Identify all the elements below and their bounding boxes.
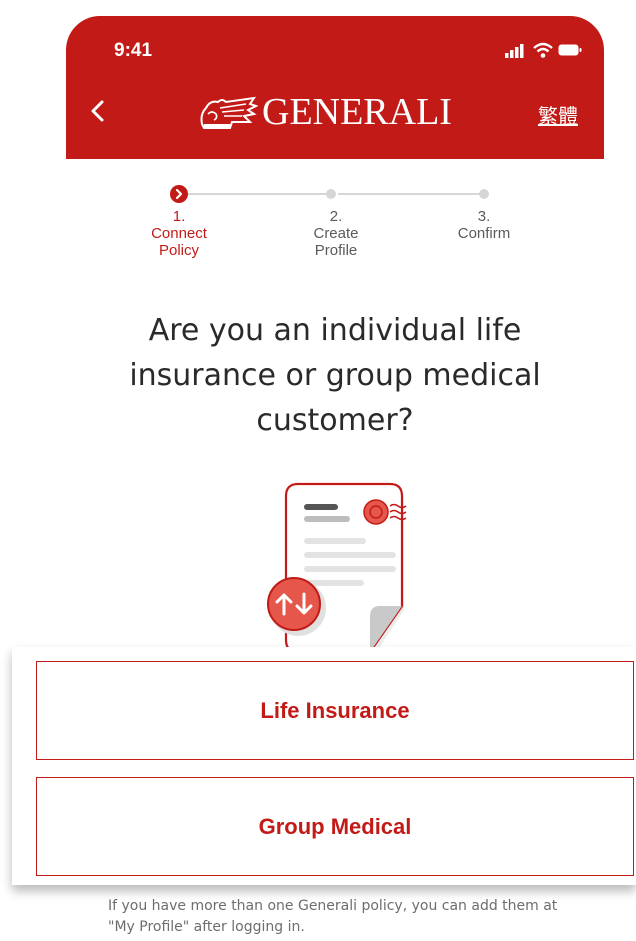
life-insurance-button[interactable]: Life Insurance xyxy=(36,661,634,760)
group-medical-button[interactable]: Group Medical xyxy=(36,777,634,876)
signal-icon xyxy=(505,44,524,58)
step-3-label: 3. Confirm xyxy=(457,208,511,242)
question-heading: Are you an individual life insurance or … xyxy=(129,313,541,438)
language-toggle-link[interactable]: 繁體 xyxy=(538,100,578,129)
multiple-policy-note: If you have more than one Generali polic… xyxy=(108,898,558,935)
policy-document-illustration xyxy=(267,482,407,656)
step-1-indicator xyxy=(170,185,188,203)
progress-stepper: 1. Connect Policy 2. Create Profile 3. C… xyxy=(66,185,604,296)
generali-lion-logo-icon xyxy=(200,96,258,129)
chevron-right-icon xyxy=(175,188,183,200)
app-header: 9:41 GENERALI 繁體 xyxy=(66,16,604,159)
status-icons xyxy=(504,42,584,60)
step-connector xyxy=(338,193,484,195)
step-3-indicator xyxy=(479,189,489,199)
step-2-indicator xyxy=(326,189,336,199)
customer-type-selector: Life Insurance Group Medical xyxy=(12,647,636,885)
status-time: 9:41 xyxy=(114,40,153,61)
generali-logo: GENERALI xyxy=(196,92,452,132)
brand-name: GENERALI xyxy=(262,91,452,133)
battery-icon xyxy=(558,44,582,56)
step-connector xyxy=(188,193,334,195)
wifi-icon xyxy=(533,42,553,58)
step-1-label: 1. Connect Policy xyxy=(151,208,207,259)
back-icon[interactable] xyxy=(86,96,110,126)
step-2-label: 2. Create Profile xyxy=(313,208,359,259)
